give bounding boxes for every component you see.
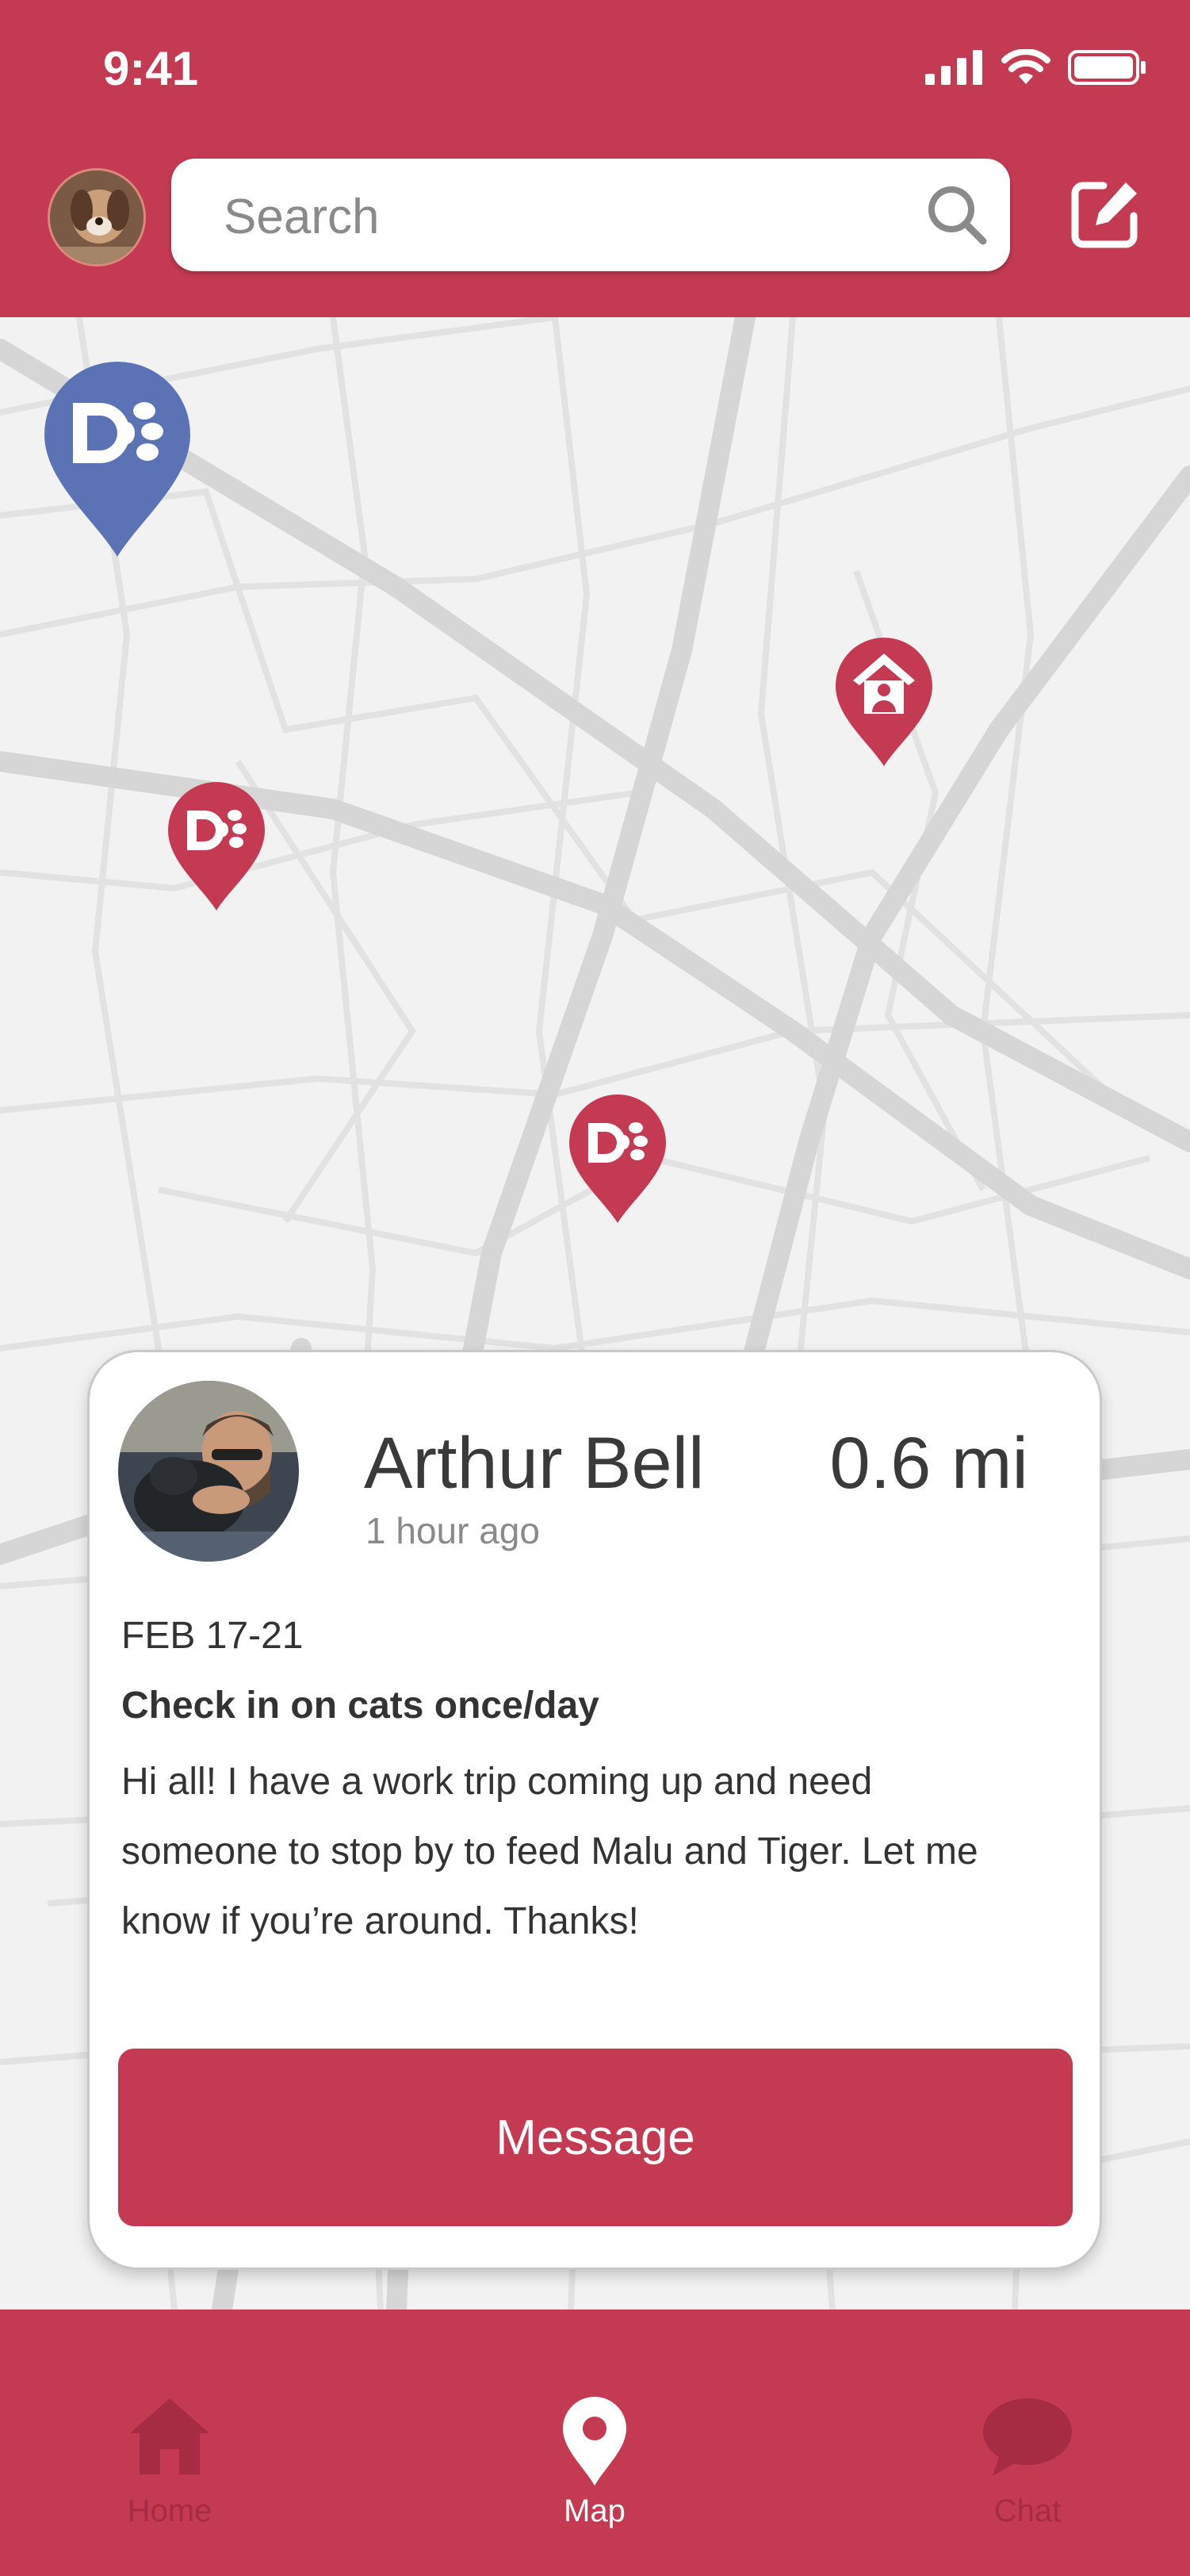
- paw-logo-icon: [187, 810, 247, 850]
- bottom-tab-bar: Home Map Chat: [0, 2310, 1190, 2576]
- distance-label: 0.6 mi: [829, 1423, 1028, 1504]
- cellular-signal-icon: [925, 50, 982, 85]
- map-pin-icon: [563, 2397, 626, 2486]
- search-placeholder: Search: [224, 190, 380, 244]
- status-time: 9:41: [103, 42, 199, 95]
- status-icons: [925, 49, 1147, 86]
- paw-logo-icon: [588, 1122, 648, 1163]
- compose-icon[interactable]: [1067, 176, 1143, 252]
- chat-bubble-icon: [983, 2398, 1072, 2476]
- map-pin-sitter-2[interactable]: [569, 1094, 666, 1223]
- user-avatar[interactable]: [48, 168, 146, 266]
- date-range: FEB 17-21: [121, 1615, 304, 1657]
- poster-name: Arthur Bell: [364, 1423, 705, 1504]
- map-pin-home[interactable]: [836, 638, 932, 766]
- search-icon[interactable]: [924, 182, 989, 247]
- status-bar: 9:41: [0, 0, 1190, 143]
- tab-chat[interactable]: Chat: [909, 2310, 1146, 2576]
- map-pin-sitter-1[interactable]: [168, 782, 265, 910]
- wifi-icon: [1001, 49, 1050, 84]
- request-card: Arthur Bell 1 hour ago 0.6 mi FEB 17-21 …: [87, 1350, 1102, 2270]
- map-pin-sitter-blue[interactable]: [44, 362, 190, 557]
- message-button[interactable]: Message: [118, 2049, 1073, 2226]
- tab-map-label: Map: [564, 2494, 626, 2528]
- request-subject: Check in on cats once/day: [121, 1685, 599, 1727]
- search-input[interactable]: Search: [171, 159, 1010, 271]
- tab-home[interactable]: Home: [51, 2310, 289, 2576]
- request-body: Hi all! I have a work trip coming up and…: [121, 1761, 978, 1942]
- posted-time: 1 hour ago: [365, 1510, 540, 1551]
- paw-logo-icon: [73, 402, 163, 463]
- home-icon: [130, 2398, 209, 2474]
- tab-map[interactable]: Map: [476, 2310, 714, 2576]
- tab-chat-label: Chat: [993, 2494, 1062, 2528]
- battery-icon: [1068, 50, 1146, 85]
- poster-avatar[interactable]: [118, 1381, 299, 1562]
- tab-home-label: Home: [127, 2494, 212, 2528]
